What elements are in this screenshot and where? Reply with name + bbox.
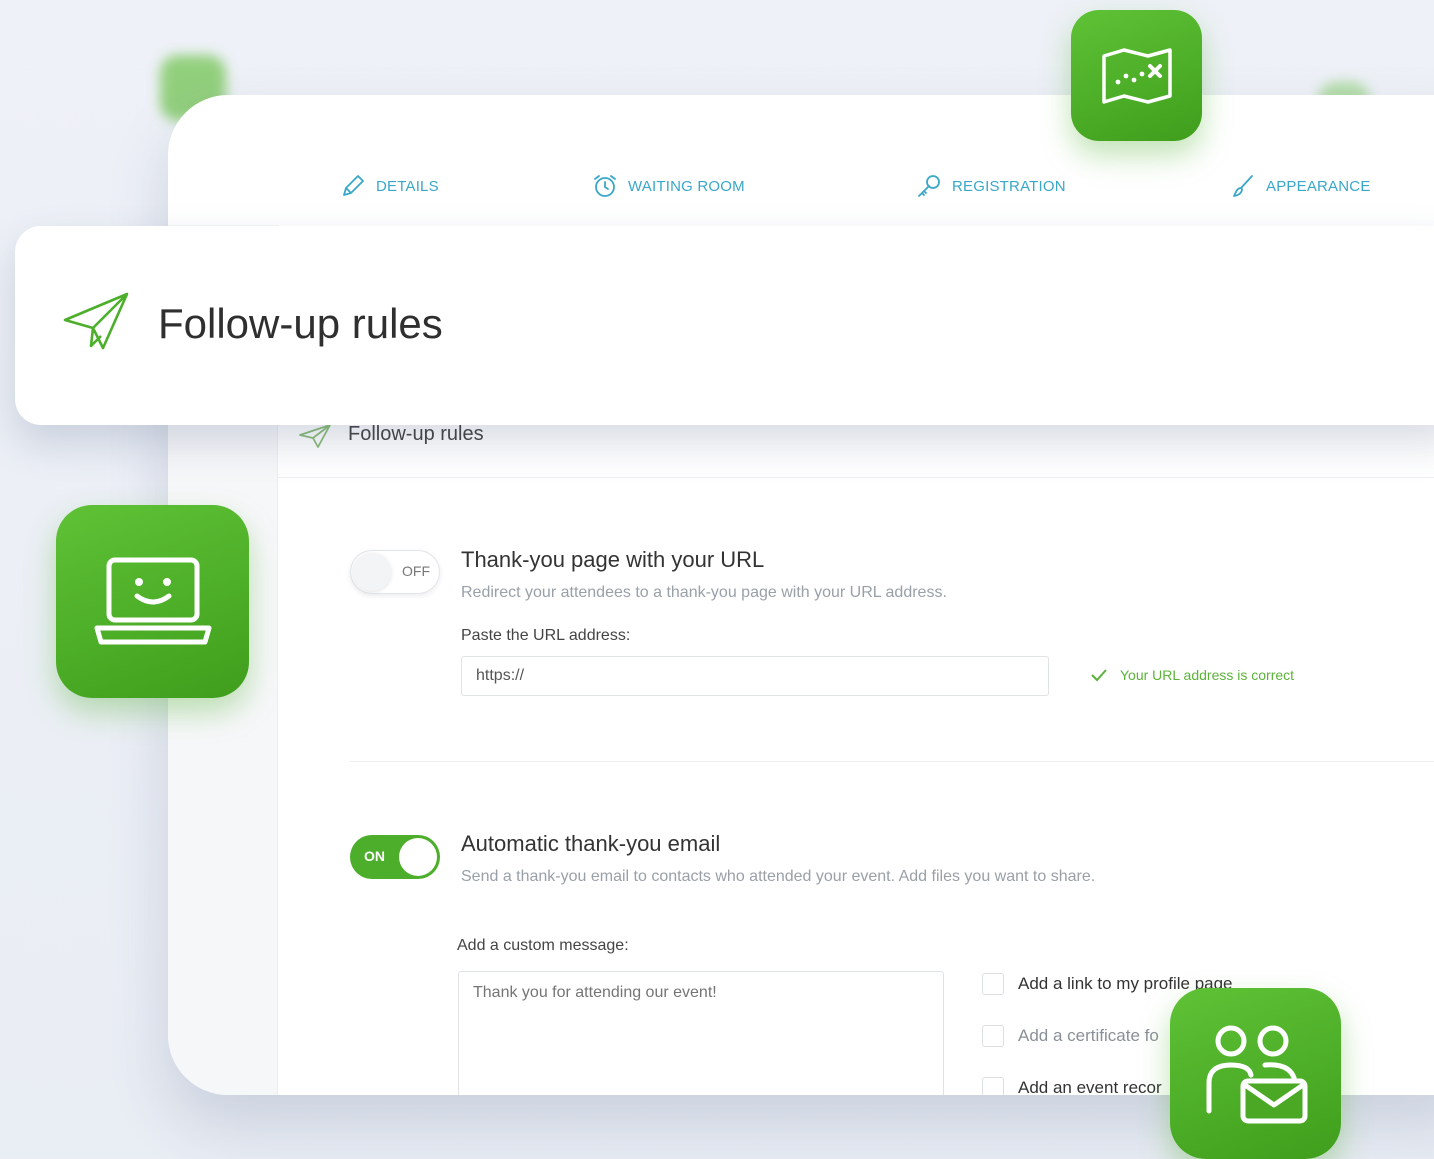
tab-details-label: DETAILS (376, 177, 439, 195)
laptop-smile-icon (94, 557, 211, 644)
follow-up-header-card: Follow-up rules (15, 226, 1434, 425)
treasure-map-icon (1101, 47, 1172, 104)
thank-you-page-toggle[interactable]: OFF (350, 550, 440, 594)
thank-you-email-description: Send a thank-you email to contacts who a… (461, 868, 1096, 885)
brush-icon (1233, 175, 1253, 197)
url-validation: Your URL address is correct (1090, 667, 1294, 683)
tab-waiting-room-label: WAITING ROOM (628, 177, 745, 195)
section-divider (350, 761, 1434, 762)
thank-you-email-title: Automatic thank-you email (461, 831, 721, 856)
contacts-mail-icon (1206, 1025, 1307, 1123)
treasure-map-tile (1071, 10, 1202, 141)
option-certificate[interactable]: Add a certificate fo (982, 1025, 1159, 1047)
key-icon (918, 175, 940, 197)
toggle-state-label: OFF (402, 563, 430, 579)
url-field-label: Paste the URL address: (461, 627, 631, 644)
tab-details[interactable]: DETAILS (340, 173, 439, 199)
paper-plane-icon (63, 292, 129, 350)
tab-appearance[interactable]: APPEARANCE (1230, 173, 1371, 199)
thank-you-page-title: Thank-you page with your URL (461, 547, 765, 572)
tab-registration[interactable]: REGISTRATION (916, 173, 1066, 199)
checkbox[interactable] (982, 1025, 1004, 1047)
laptop-smile-tile (56, 505, 249, 698)
paper-plane-icon (299, 424, 331, 448)
toggle-state-label: ON (364, 848, 385, 864)
custom-message-label: Add a custom message: (457, 937, 629, 954)
url-input[interactable] (461, 656, 1049, 696)
tab-waiting-room[interactable]: WAITING ROOM (592, 173, 745, 199)
toggle-knob (353, 553, 391, 591)
checkmark-icon (1091, 669, 1107, 682)
toggle-knob (399, 838, 437, 876)
thank-you-page-description: Redirect your attendees to a thank-you p… (461, 584, 947, 601)
tab-appearance-label: APPEARANCE (1266, 177, 1371, 195)
section-title: Follow-up rules (348, 423, 484, 445)
option-label: Add a certificate fo (1018, 1026, 1159, 1045)
custom-message-input[interactable] (458, 971, 944, 1095)
url-validation-text: Your URL address is correct (1120, 667, 1295, 683)
tab-bar: DETAILS WAITING ROOM REGISTRATION APPEAR… (168, 173, 1434, 213)
contacts-mail-tile (1170, 988, 1341, 1159)
thank-you-email-toggle[interactable]: ON (350, 835, 440, 879)
option-label: Add an event recor (1018, 1078, 1162, 1095)
checkbox[interactable] (982, 973, 1004, 995)
checkbox[interactable] (982, 1077, 1004, 1095)
option-event-recording[interactable]: Add an event recor (982, 1077, 1162, 1095)
pencil-icon (343, 175, 364, 196)
alarm-clock-icon (594, 175, 616, 197)
tab-registration-label: REGISTRATION (952, 177, 1066, 195)
follow-up-title: Follow-up rules (158, 300, 443, 347)
